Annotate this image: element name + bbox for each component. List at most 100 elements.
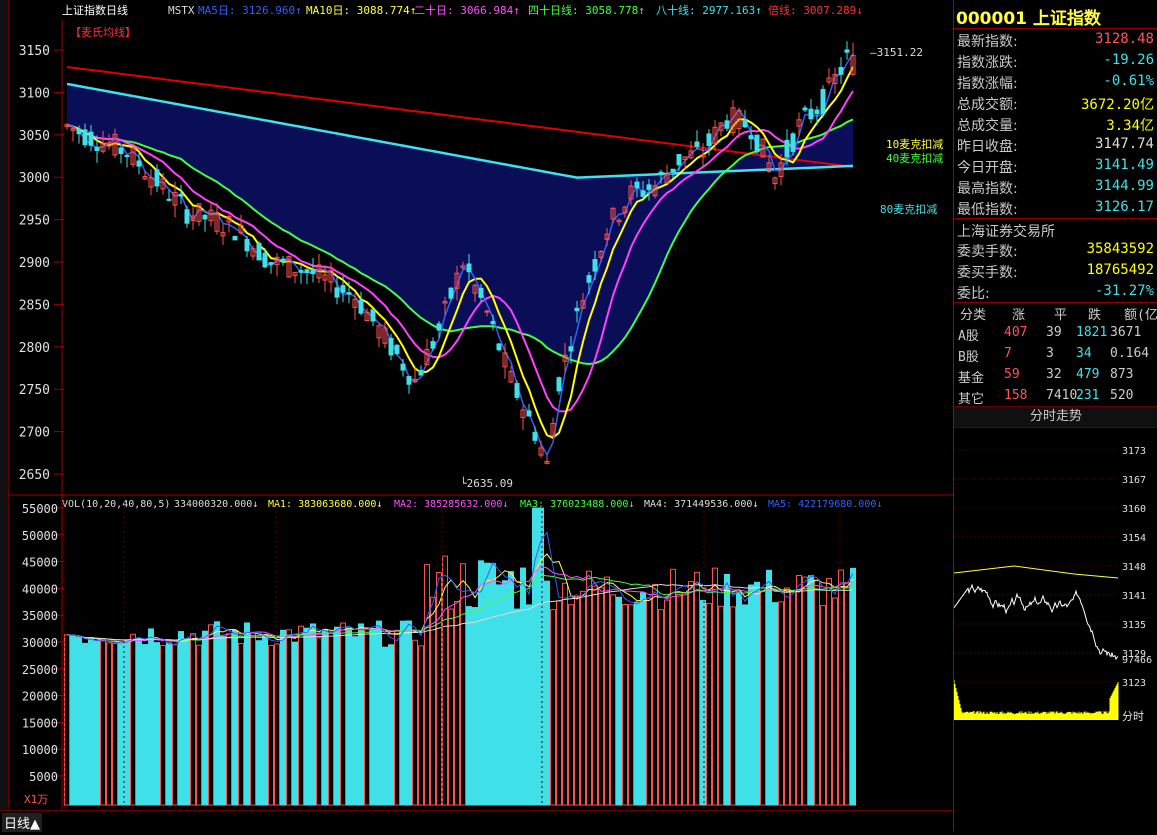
cat-cell: 39 [1046, 325, 1062, 340]
cat-cell: 32 [1046, 367, 1062, 382]
volume-bar [148, 628, 154, 806]
candle-body [244, 239, 250, 252]
volume-bar [244, 622, 250, 806]
volume-bar [280, 629, 286, 806]
intraday-chart[interactable]: 3173316731603154314831413135312931239746… [954, 428, 1157, 728]
cat-cell: 7410 [1046, 388, 1078, 403]
volume-bar [292, 641, 298, 806]
candle-body [496, 343, 502, 351]
intraday-tab[interactable]: 分时走势 [954, 406, 1157, 428]
volume-bar [112, 642, 118, 806]
volume-bar [526, 604, 532, 806]
volume-bar [382, 646, 388, 806]
candle-body [310, 269, 316, 275]
price-tick-label: 2850 [19, 298, 50, 313]
price-tick-label: 2750 [19, 383, 50, 398]
volume-bar [598, 587, 604, 806]
candle-body [358, 299, 364, 314]
fen-tick-label: 3160 [1122, 504, 1146, 515]
volume-bar [304, 627, 310, 806]
volume-bar [412, 639, 418, 806]
price-tick-label: 2700 [19, 426, 50, 441]
candle-body [658, 171, 664, 175]
candle-body [154, 169, 160, 187]
vol-tick-label: 50000 [22, 529, 58, 543]
volume-bar [262, 633, 268, 806]
fen-tick-label: 3148 [1122, 562, 1146, 573]
volume-bar [88, 637, 94, 806]
candle-body [340, 285, 346, 293]
volume-bar [70, 635, 76, 806]
volume-bar [844, 582, 850, 806]
volume-bar [214, 621, 220, 806]
quote-row: 最低指数: 3126.17 [954, 197, 1157, 218]
candle-body [466, 263, 472, 273]
volume-bar [838, 569, 844, 806]
volume-bar [766, 569, 772, 806]
quote-label: 指数涨幅: [957, 76, 1018, 92]
volume-bar [826, 577, 832, 806]
volume-bar [178, 631, 184, 806]
fen-vol-label: 97466 [1122, 655, 1152, 666]
volume-bar [334, 626, 340, 806]
volume-bar [682, 592, 688, 806]
candle-body [724, 120, 730, 129]
volume-bar [466, 606, 472, 806]
volume-bar [106, 642, 112, 806]
kline-chart-area[interactable]: 上证指数日线 MSTX MA5日: 3126.960↑ MA10日: 3088.… [8, 0, 953, 831]
volume-bar [802, 576, 808, 806]
volume-bar [706, 603, 712, 806]
quote-row: 今日开盘: 3141.49 [954, 155, 1157, 176]
volume-bar [754, 581, 760, 806]
vol-tick-label: 5000 [29, 770, 58, 784]
volume-bar [388, 644, 394, 806]
candle-body [526, 410, 532, 417]
cat-cell: 0.164 [1110, 346, 1150, 361]
volume-bar [286, 629, 292, 806]
volume-bar [724, 573, 730, 806]
volume-bar [400, 620, 406, 806]
volume-bar [640, 592, 646, 806]
volume-bar [154, 642, 160, 806]
quote-value: 3126.17 [1094, 199, 1154, 215]
cat-cell: 34 [1076, 346, 1092, 361]
candle-body [754, 134, 760, 153]
price-tick-label: 2650 [19, 468, 50, 483]
volume-bar [544, 580, 550, 806]
volume-bar [316, 637, 322, 806]
chart-title: 上证指数日线 [62, 3, 128, 17]
cat-row: 基金 59 32 479 873 [954, 365, 1157, 386]
indicator-tag: 【麦氏均线】 [70, 25, 136, 39]
candle-body [646, 184, 652, 191]
quote-label: 今日开盘: [957, 160, 1018, 176]
volume-bar [238, 642, 244, 806]
quote-row: 最高指数: 3144.99 [954, 176, 1157, 197]
price-tick-label: 2950 [19, 214, 50, 229]
cat-cell: 其它 [958, 392, 985, 407]
quote-row: 总成交量: 3.34亿 [954, 113, 1157, 134]
quote-value: 3672.20亿 [1080, 97, 1154, 113]
volume-bar [790, 591, 796, 806]
vol-tick-label: 20000 [22, 690, 58, 704]
volume-bar [580, 590, 586, 806]
candle-body [484, 310, 490, 313]
kline-svg[interactable]: 上证指数日线 MSTX MA5日: 3126.960↑ MA10日: 3088.… [8, 0, 953, 831]
volume-bar [406, 620, 412, 806]
candle-body [670, 168, 676, 173]
volume-bar [784, 587, 790, 806]
volume-bar [94, 640, 100, 806]
quote-value: -19.26 [1103, 52, 1154, 68]
ma80-deduct-label: 80麦克扣减 [880, 202, 937, 216]
volume-bar [166, 642, 172, 806]
volume-bar [712, 567, 718, 806]
fen-tick-label: 3135 [1122, 620, 1146, 631]
candle-body [346, 292, 352, 295]
candle-body [94, 146, 100, 151]
period-tab[interactable]: 日线▲ [2, 813, 42, 832]
volume-bar [562, 582, 568, 806]
quote-label: 最低指数: [957, 202, 1018, 218]
exchange-name: 上海证券交易所 [957, 224, 1055, 240]
volume-bar [508, 571, 514, 806]
volume-bar [460, 563, 466, 806]
volume-bar [364, 627, 370, 806]
